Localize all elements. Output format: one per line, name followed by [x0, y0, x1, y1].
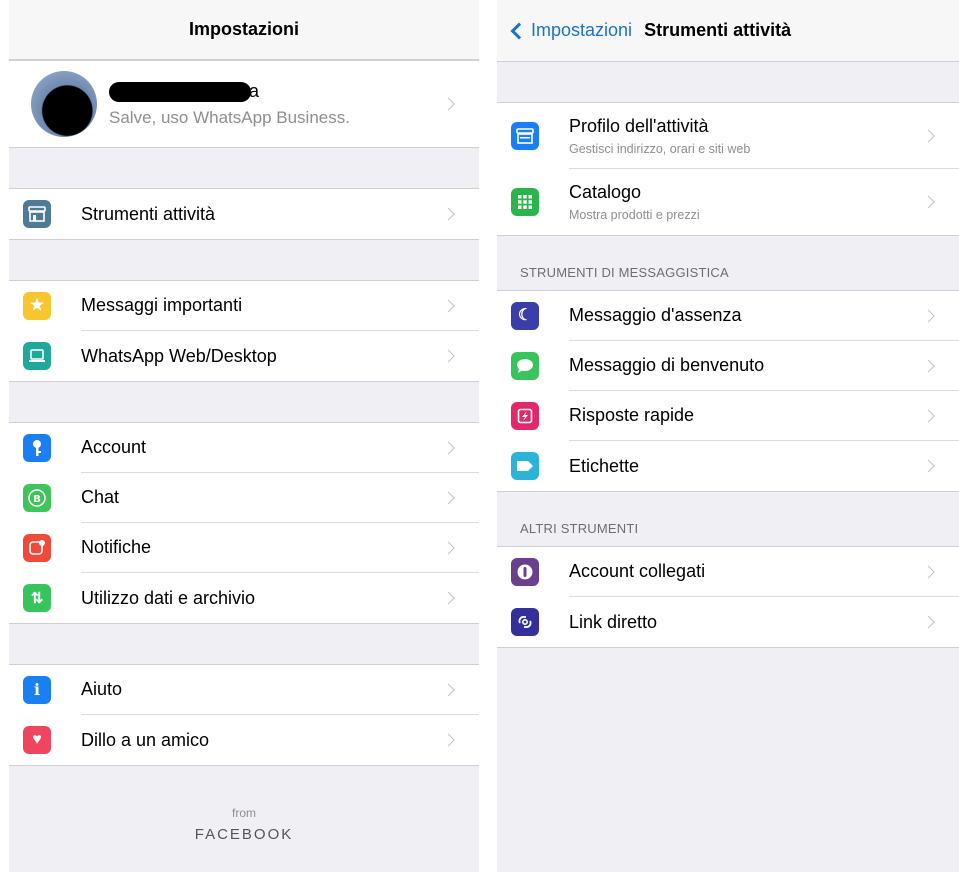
- laptop-icon: [23, 342, 51, 370]
- row-business-profile[interactable]: Profilo dell'attività Gestisci indirizzo…: [497, 103, 959, 169]
- messaging-tools-group: ☾ Messaggio d'assenza Messaggio di benve…: [497, 290, 959, 492]
- chevron-right-icon: [442, 97, 455, 111]
- footer-brand: FACEBOOK: [194, 826, 294, 843]
- row-quick-replies[interactable]: Risposte rapide: [497, 391, 959, 441]
- profile-row[interactable]: a Salve, uso WhatsApp Business.: [9, 61, 479, 147]
- profile-group: a Salve, uso WhatsApp Business.: [9, 60, 479, 148]
- nav-bar: Impostazioni: [9, 0, 479, 60]
- row-label: Strumenti attività: [81, 203, 216, 224]
- chat-bubble-icon: [511, 352, 539, 380]
- account-group: Account B Chat Notifiche ⇅ Utilizzo dati…: [9, 422, 479, 624]
- store-icon: [511, 122, 539, 150]
- profile-status: Salve, uso WhatsApp Business.: [109, 108, 350, 127]
- section-header-messaging: STRUMENTI DI MESSAGGISTICA: [520, 265, 729, 280]
- redaction-mark: [109, 82, 251, 102]
- svg-text:B: B: [33, 494, 41, 505]
- help-group: i Aiuto ♥ Dillo a un amico: [9, 664, 479, 766]
- business-tools-screen: Impostazioni Strumenti attività Profilo …: [497, 0, 959, 872]
- grid-icon: [511, 188, 539, 216]
- row-catalog[interactable]: Catalogo Mostra prodotti e prezzi: [497, 169, 959, 235]
- other-tools-group: Account collegati Link diretto: [497, 546, 959, 648]
- footer-from: from: [232, 806, 256, 820]
- page-title: Strumenti attività: [644, 20, 792, 40]
- whatsapp-business-icon: B: [23, 484, 51, 512]
- row-chat[interactable]: B Chat: [9, 473, 479, 523]
- starred-web-group: ★ Messaggi importanti WhatsApp Web/Deskt…: [9, 280, 479, 382]
- link-icon: [511, 608, 539, 636]
- back-label: Impostazioni: [531, 20, 633, 40]
- row-labels[interactable]: Etichette: [497, 441, 959, 491]
- stage: Impostazioni a Salve, uso WhatsApp Busin…: [0, 0, 959, 872]
- business-profile-group: Profilo dell'attività Gestisci indirizzo…: [497, 102, 959, 236]
- row-away-message[interactable]: ☾ Messaggio d'assenza: [497, 291, 959, 341]
- key-icon: [23, 434, 51, 462]
- settings-screen: Impostazioni a Salve, uso WhatsApp Busin…: [9, 0, 479, 872]
- star-icon: ★: [23, 292, 51, 320]
- data-arrows-icon: ⇅: [23, 584, 51, 612]
- row-short-link[interactable]: Link diretto: [497, 597, 959, 647]
- heart-icon: ♥: [23, 726, 51, 754]
- lightning-icon: [511, 402, 539, 430]
- row-whatsapp-web[interactable]: WhatsApp Web/Desktop: [9, 331, 479, 381]
- info-icon: i: [23, 676, 51, 704]
- label-tag-icon: [511, 452, 539, 480]
- avatar: [31, 71, 97, 137]
- moon-icon: ☾: [511, 302, 539, 330]
- notification-icon: [23, 534, 51, 562]
- business-tools-group: Strumenti attività: [9, 188, 479, 240]
- row-help[interactable]: i Aiuto: [9, 665, 479, 715]
- row-business-tools[interactable]: Strumenti attività: [9, 189, 479, 239]
- row-tell-a-friend[interactable]: ♥ Dillo a un amico: [9, 715, 479, 765]
- back-button[interactable]: Impostazioni: [509, 20, 632, 41]
- section-header-other: ALTRI STRUMENTI: [520, 521, 639, 536]
- row-starred-messages[interactable]: ★ Messaggi importanti: [9, 281, 479, 331]
- chevron-left-icon: [510, 22, 528, 39]
- page-title: Impostazioni: [188, 19, 299, 39]
- row-greeting-message[interactable]: Messaggio di benvenuto: [497, 341, 959, 391]
- footer: from FACEBOOK: [9, 806, 479, 843]
- row-account[interactable]: Account: [9, 423, 479, 473]
- row-data-storage[interactable]: ⇅ Utilizzo dati e archivio: [9, 573, 479, 623]
- row-notifications[interactable]: Notifiche: [9, 523, 479, 573]
- nav-bar: Impostazioni Strumenti attività: [497, 0, 959, 62]
- store-icon: [23, 200, 51, 228]
- row-linked-accounts[interactable]: Account collegati: [497, 547, 959, 597]
- linked-account-icon: [511, 558, 539, 586]
- profile-name: a: [109, 80, 350, 106]
